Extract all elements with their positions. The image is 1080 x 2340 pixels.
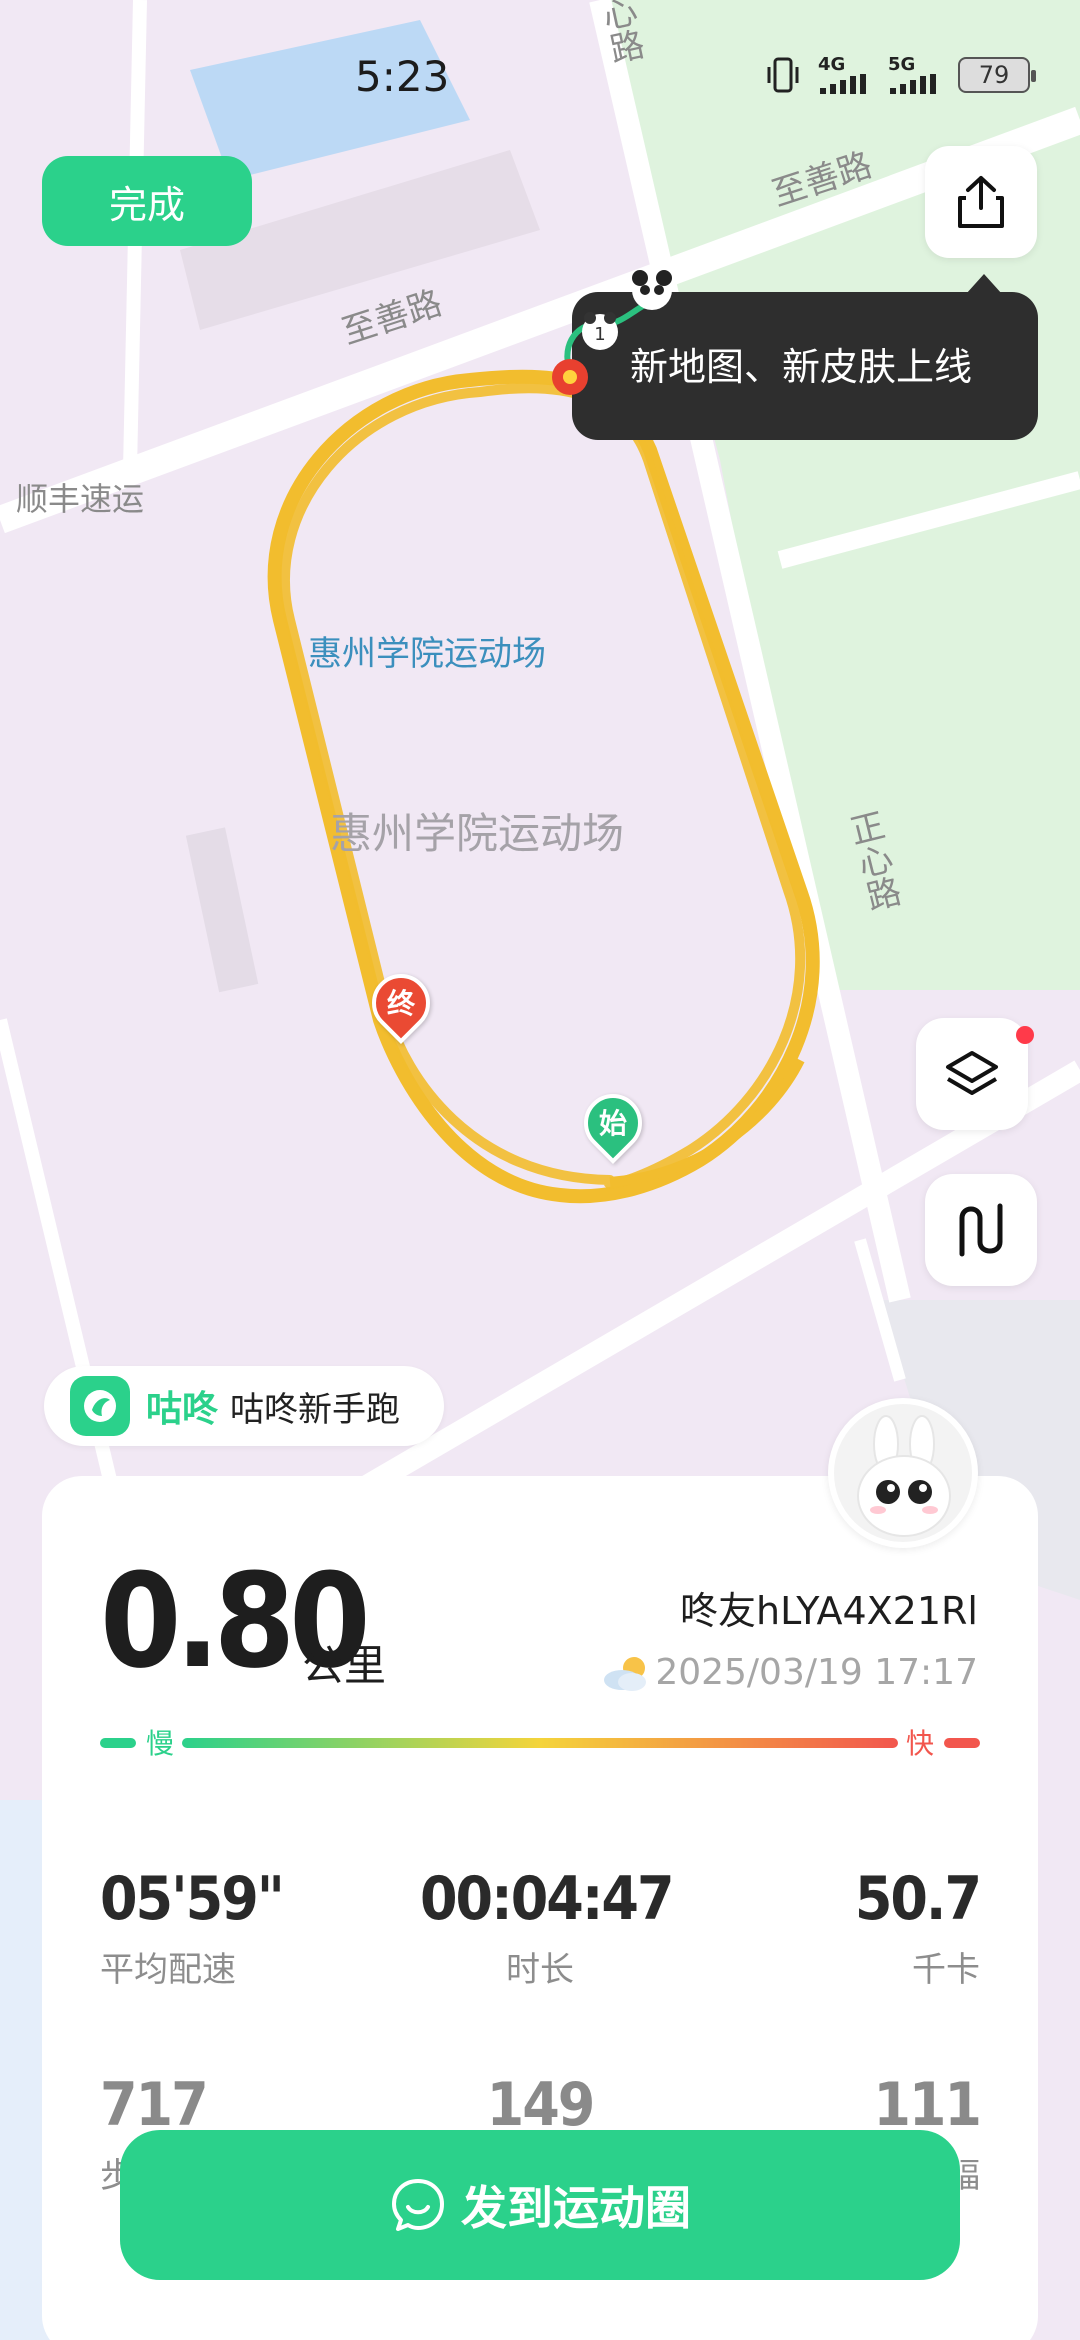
route-icon [959, 1203, 1003, 1257]
poi-label: 顺丰速运 [16, 480, 145, 518]
status-icons: 4G 5G 79 [766, 56, 1036, 94]
stat-value: 05'59" [100, 1864, 285, 1934]
venue-label: 惠州学院运动场 [308, 634, 546, 674]
stat-value: 00:04:47 [420, 1864, 675, 1934]
done-button[interactable]: 完成 [42, 156, 252, 246]
stat-label: 千卡 [912, 1950, 980, 1990]
workout-datetime: 2025/03/19 17:17 [655, 1652, 978, 1693]
tooltip-arrow [966, 274, 1002, 294]
pace-slow-label: 慢 [146, 1727, 175, 1760]
network-label-2: 5G [888, 54, 916, 75]
stat-label: 时长 [506, 1950, 574, 1990]
layers-icon [946, 1051, 998, 1095]
map-layer-button[interactable] [916, 1018, 1028, 1130]
notification-dot [1016, 1026, 1034, 1044]
stat-avg-pace: 05'59" 平均配速 [100, 1864, 285, 1991]
network-label-1: 4G [818, 54, 846, 75]
start-marker-label: 始 [598, 1107, 627, 1140]
app-subtitle: 咕咚新手跑 [230, 1389, 401, 1430]
app-badge[interactable]: 咕咚 咕咚新手跑 [44, 1366, 444, 1446]
stat-duration: 00:04:47 时长 [420, 1864, 675, 1991]
stat-label: 平均配速 [100, 1950, 236, 1990]
status-bar: 5:23 4G 5G 79 [0, 0, 1080, 150]
vibrate-icon [767, 57, 799, 93]
venue-label-large: 惠州学院运动场 [330, 809, 625, 858]
signal-4g: 4G [818, 56, 870, 94]
post-to-feed-button[interactable]: 发到运动圈 [120, 2130, 960, 2280]
share-button[interactable] [925, 146, 1037, 258]
end-marker-label: 终 [386, 987, 415, 1020]
share-icon [958, 176, 1004, 228]
stat-value: 50.7 [854, 1864, 982, 1934]
battery-indicator: 79 [958, 57, 1036, 93]
mascot-avatar-icon [857, 1415, 951, 1537]
stat-calories: 50.7 千卡 [780, 1864, 982, 1991]
signal-bars-icon [820, 74, 866, 94]
partly-cloudy-icon [604, 1657, 646, 1691]
avatar[interactable] [828, 1398, 978, 1548]
pace-fast-label: 快 [906, 1727, 935, 1760]
chat-smile-icon [392, 2179, 444, 2231]
status-time: 5:23 [355, 52, 450, 101]
route-toggle-button[interactable] [925, 1174, 1037, 1286]
app-logo-icon [70, 1376, 130, 1436]
pace-gradient-bar [100, 1738, 980, 1748]
svg-text:1: 1 [594, 324, 605, 345]
user-nickname: 咚友hLYA4X21Rl [680, 1589, 978, 1633]
distance-unit: 公里 [302, 1641, 387, 1690]
skin-mascot-icon: 1 [552, 270, 672, 395]
app-name: 咕咚 [146, 1389, 219, 1430]
post-button-label: 发到运动圈 [461, 2181, 691, 2235]
signal-bars-icon [890, 74, 936, 94]
signal-5g: 5G [888, 56, 940, 94]
